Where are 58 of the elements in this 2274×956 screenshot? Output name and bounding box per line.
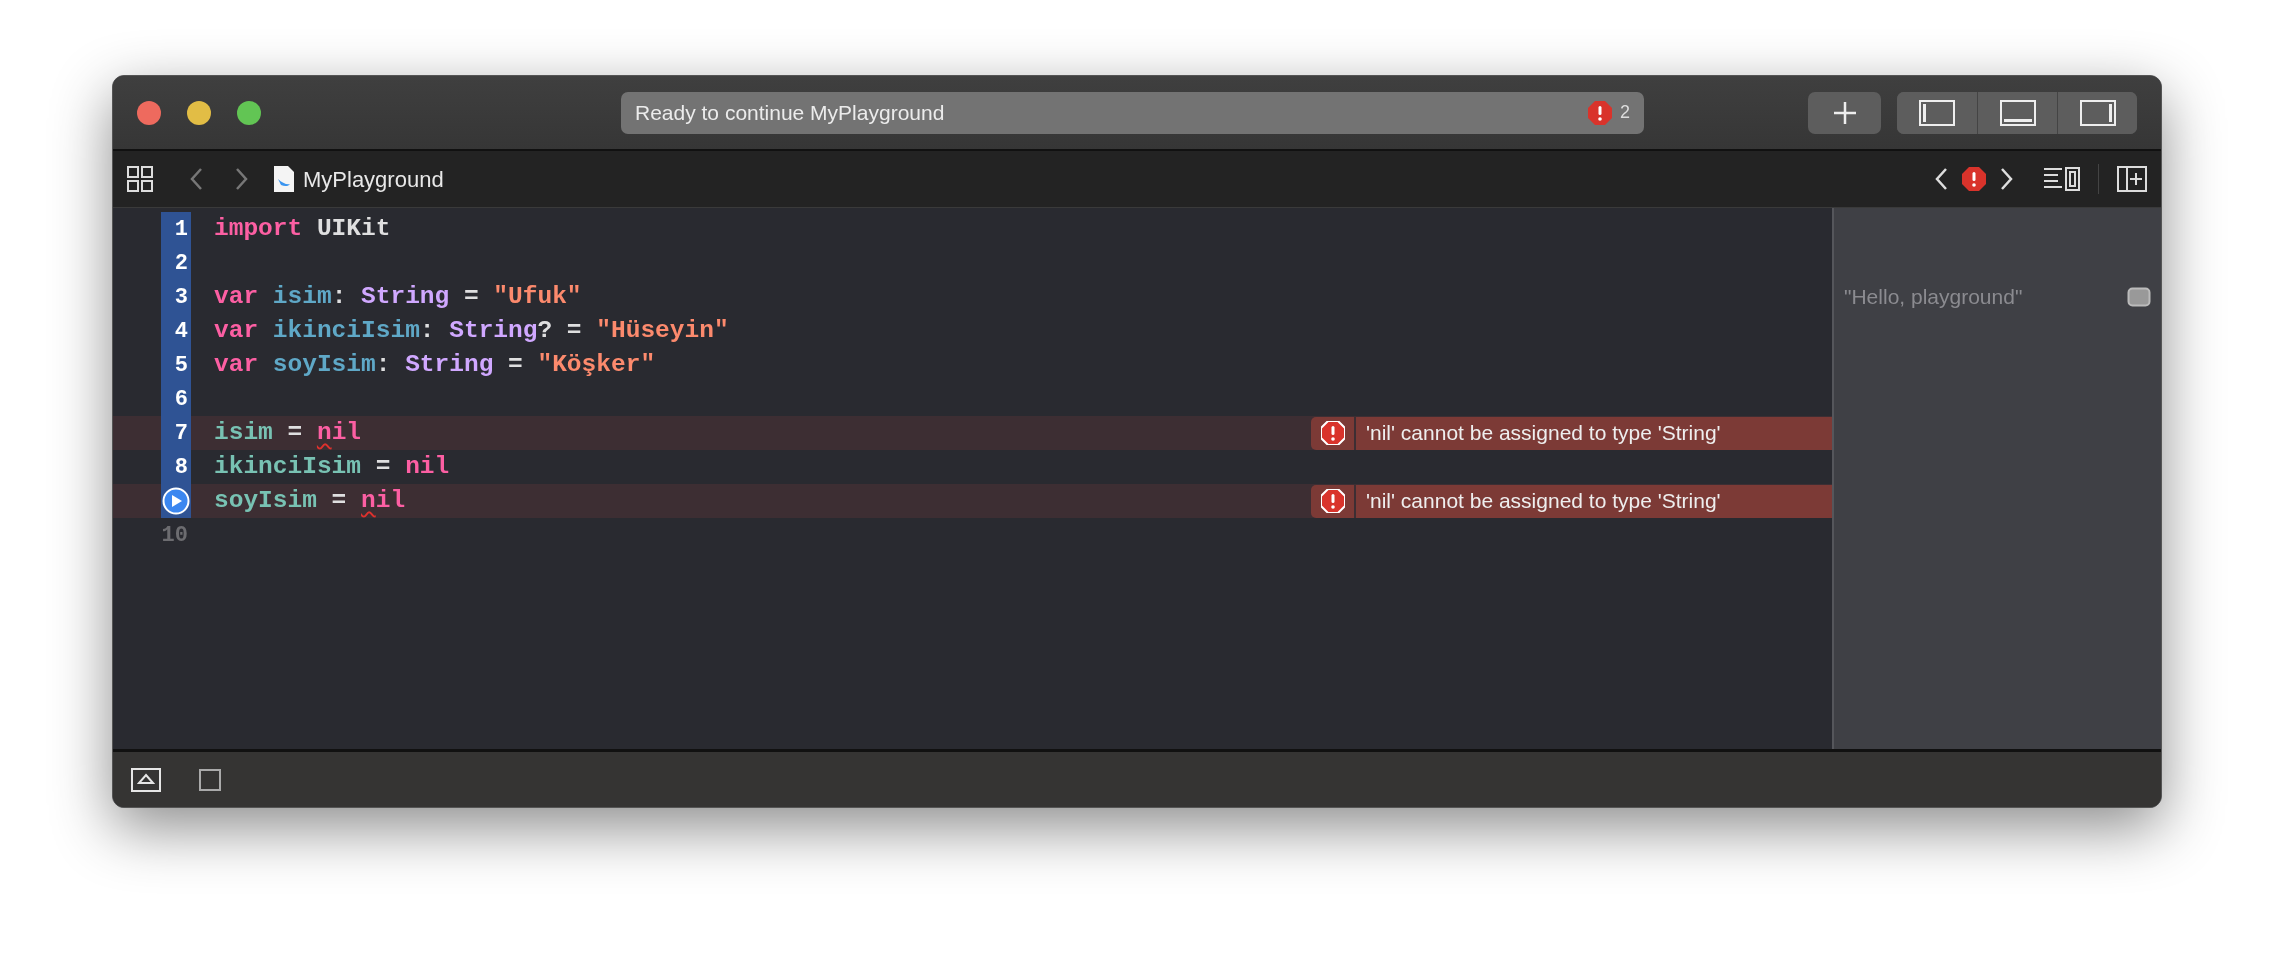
- add-button[interactable]: [1808, 91, 1881, 134]
- debug-area-button[interactable]: [131, 767, 161, 792]
- line-number[interactable]: 1: [161, 212, 191, 246]
- result-text: "Hello, playground": [1844, 284, 2023, 311]
- line-number[interactable]: 6: [161, 382, 191, 416]
- inspector-toggle-button[interactable]: [2057, 91, 2137, 134]
- lines-and-pane-icon: [2044, 167, 2080, 191]
- right-panel-icon: [2079, 99, 2116, 126]
- square-icon: [199, 768, 221, 791]
- error-message[interactable]: 'nil' cannot be assigned to type 'String': [1356, 416, 1832, 450]
- zoom-button[interactable]: [237, 100, 261, 125]
- bottom-panel-icon: [1999, 99, 2036, 126]
- status-text: Ready to continue MyPlayground: [635, 99, 945, 126]
- code-line: var ikinciIsim: String? = "Hüseyin": [214, 315, 730, 346]
- error-icon: [1588, 100, 1612, 125]
- related-items-button[interactable]: [127, 166, 153, 192]
- run-line-icon[interactable]: [161, 484, 191, 518]
- grid-icon: [127, 166, 153, 192]
- line-number[interactable]: 7: [161, 416, 191, 450]
- plus-icon: [1832, 100, 1857, 125]
- triangle-in-box-icon: [131, 767, 161, 792]
- code-line: import UIKit: [214, 213, 392, 244]
- code-line: var isim: String = "Ufuk": [214, 281, 583, 312]
- code-line: soyIsim = nil: [214, 485, 407, 516]
- left-panel-icon: [1919, 99, 1955, 126]
- chevron-left-icon: [189, 167, 203, 191]
- code-line: var soyIsim: String = "Köşker": [214, 349, 657, 380]
- error-badge[interactable]: [1311, 484, 1354, 518]
- rounded-square-icon: [2127, 287, 2151, 307]
- chevron-right-icon: [235, 167, 249, 191]
- chevron-left-icon: [1934, 167, 1948, 191]
- error-badge[interactable]: [1311, 416, 1354, 450]
- next-issue-button[interactable]: [2000, 167, 2014, 191]
- split-plus-icon: [2117, 166, 2147, 192]
- close-button[interactable]: [137, 100, 161, 125]
- chevron-right-icon: [2000, 167, 2014, 191]
- forward-button[interactable]: [235, 167, 249, 191]
- previous-issue-button[interactable]: [1934, 167, 1948, 191]
- error-icon: [1320, 489, 1345, 513]
- editor-options-button[interactable]: [2044, 167, 2080, 191]
- line-number[interactable]: 2: [161, 246, 191, 280]
- error-icon: [1320, 421, 1345, 445]
- add-editor-button[interactable]: [2117, 166, 2147, 192]
- swift-file-icon: [273, 165, 295, 193]
- run-button[interactable]: [199, 768, 221, 791]
- line-number[interactable]: 5: [161, 348, 191, 382]
- code-line: ikinciIsim = nil: [214, 451, 451, 482]
- error-icon: [1962, 167, 1986, 191]
- file-name[interactable]: MyPlayground: [303, 162, 444, 196]
- error-message[interactable]: 'nil' cannot be assigned to type 'String': [1356, 484, 1832, 518]
- line-number[interactable]: 3: [161, 280, 191, 314]
- back-button[interactable]: [189, 167, 203, 191]
- minimize-button[interactable]: [187, 100, 211, 125]
- line-number[interactable]: 4: [161, 314, 191, 348]
- code-line: isim = nil: [214, 417, 363, 448]
- error-count: 2: [1620, 101, 1630, 124]
- show-result-button[interactable]: [2127, 287, 2151, 307]
- line-number[interactable]: 8: [161, 450, 191, 484]
